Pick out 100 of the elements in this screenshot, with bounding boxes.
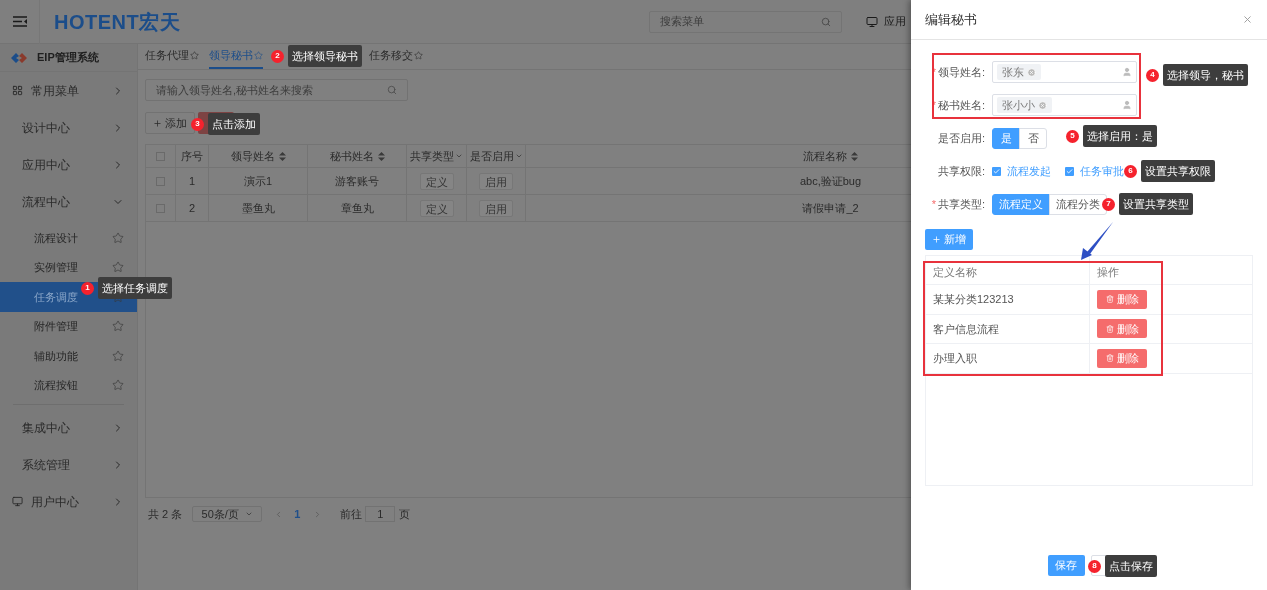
table-cell-text: 墨鱼丸 <box>241 200 275 216</box>
total-count: 共 2 条 <box>148 506 183 522</box>
menu-item[interactable]: 辅助功能 <box>0 341 137 371</box>
chevron-down-icon <box>244 510 253 518</box>
callout-tooltip: 点击添加 <box>208 113 260 135</box>
remove-icon[interactable] <box>1038 100 1047 110</box>
star-icon[interactable] <box>112 320 124 333</box>
menu-group[interactable]: 流程中心 <box>0 183 137 220</box>
star-icon[interactable] <box>112 349 124 362</box>
close-icon[interactable] <box>1242 14 1253 25</box>
delete-button[interactable]: 删除 <box>1097 319 1147 339</box>
menu-group[interactable]: 设计中心 <box>0 109 137 146</box>
tab[interactable]: 任务移交 <box>369 44 423 69</box>
column-header: 序号 <box>181 148 203 164</box>
tag: 定义 <box>419 172 454 190</box>
monitor-icon <box>12 496 23 507</box>
toggle-option[interactable]: 是 <box>992 127 1020 149</box>
trash-icon <box>1105 354 1114 363</box>
chevron-down-icon[interactable] <box>514 152 523 160</box>
callout-tooltip: 选择领导，秘书 <box>1163 64 1248 86</box>
table-cell-text: 2 <box>188 200 196 216</box>
tab[interactable]: 领导秘书 <box>209 44 263 69</box>
table-cell-text: 1 <box>188 173 196 189</box>
menu-group[interactable]: 集成中心 <box>0 409 137 446</box>
field-label: 共享权限: <box>937 163 985 179</box>
goto-label: 前往 <box>340 506 363 522</box>
field-label: 领导姓名: <box>937 64 985 80</box>
app-link[interactable]: 应用 <box>884 13 906 30</box>
column-header: 定义名称 <box>933 264 977 280</box>
user-select-field[interactable]: 张小小 <box>992 94 1137 116</box>
table-cell-text: 某某分类123213 <box>933 292 1014 307</box>
table-cell-text: 办理入职 <box>933 351 977 366</box>
toggle-option[interactable]: 流程分类 <box>1049 193 1107 215</box>
callout-tooltip: 选择领导秘书 <box>288 45 362 67</box>
sort-icon[interactable] <box>851 151 858 161</box>
sort-icon[interactable] <box>377 151 385 161</box>
column-header: 是否启用 <box>469 148 514 164</box>
page-size-select[interactable]: 50条/页 <box>192 506 263 522</box>
field-label: 秘书姓名: <box>937 97 985 113</box>
menu-icon[interactable] <box>12 16 27 27</box>
user-icon[interactable] <box>1122 100 1132 110</box>
remove-icon[interactable] <box>1027 67 1036 77</box>
menu-group[interactable]: 系统管理 <box>0 446 137 483</box>
page-suffix: 页 <box>399 506 411 522</box>
drawer-title: 编辑秘书 <box>925 10 978 29</box>
table-cell-text: abc,验证bug <box>799 173 862 189</box>
user-icon[interactable] <box>1122 67 1132 77</box>
callout-tooltip: 点击保存 <box>1105 555 1157 577</box>
logo: HOTENT宏天 <box>54 9 181 35</box>
delete-button[interactable]: 删除 <box>1097 289 1147 309</box>
checkbox-option[interactable]: 任务审批 <box>1065 162 1124 180</box>
column-header: 操作 <box>1097 264 1119 280</box>
monitor-icon[interactable] <box>866 15 878 28</box>
menu-group[interactable]: 用户中心 <box>0 483 137 520</box>
checkbox[interactable] <box>1065 166 1074 176</box>
checkbox[interactable] <box>992 166 1001 176</box>
field-label: 共享类型: <box>937 196 985 212</box>
star-icon <box>254 50 263 60</box>
menu-group[interactable]: 应用中心 <box>0 146 137 183</box>
menu-item[interactable]: 附件管理 <box>0 311 137 341</box>
star-icon[interactable] <box>112 231 124 244</box>
star-icon <box>414 50 423 60</box>
checkbox-option[interactable]: 流程发起 <box>992 162 1051 180</box>
star-icon[interactable] <box>112 379 124 392</box>
required-mark: * <box>931 196 936 212</box>
star-icon <box>190 50 199 60</box>
logo-icon <box>11 51 27 64</box>
search-icon[interactable] <box>821 16 831 27</box>
toggle-option[interactable]: 流程定义 <box>992 193 1050 215</box>
sort-icon[interactable] <box>278 151 286 161</box>
menu-item[interactable]: 流程按钮 <box>0 370 137 400</box>
callout-tooltip: 设置共享权限 <box>1141 160 1215 182</box>
callout-tooltip: 选择任务调度 <box>98 277 172 299</box>
page-input[interactable]: 1 <box>365 506 396 522</box>
tag: 启用 <box>479 199 513 217</box>
table-cell-text: 游客账号 <box>335 173 379 189</box>
table-cell-text: 章鱼丸 <box>340 200 374 216</box>
star-icon[interactable] <box>112 261 124 274</box>
user-select-field[interactable]: 张东 <box>992 61 1137 83</box>
menu-item[interactable]: 流程设计 <box>0 223 137 253</box>
delete-button[interactable]: 删除 <box>1097 348 1147 368</box>
table-cell-text: 演示1 <box>243 173 273 189</box>
menu-search-field[interactable]: 搜索菜单 <box>649 10 842 33</box>
table-cell-text: 请假申请_2 <box>802 200 859 216</box>
table-cell-text: 客户信息流程 <box>933 321 999 337</box>
tab[interactable]: 任务代理 <box>145 44 199 69</box>
menu-group[interactable]: 常用菜单 <box>0 72 137 109</box>
trash-icon <box>1105 295 1114 304</box>
toggle-option[interactable]: 否 <box>1019 127 1047 149</box>
selected-tag: 张东 <box>997 64 1041 80</box>
selected-tag: 张小小 <box>997 97 1052 113</box>
column-header: 秘书姓名 <box>329 148 374 164</box>
add-button[interactable]: 新增 <box>925 229 973 250</box>
chevron-down-icon[interactable] <box>455 152 463 160</box>
column-header: 共享类型 <box>410 148 454 164</box>
column-header: 领导姓名 <box>230 148 275 164</box>
column-header: 流程名称 <box>803 148 847 164</box>
page-number[interactable]: 1 <box>294 505 301 523</box>
save-button[interactable]: 保存 <box>1047 555 1085 576</box>
search-icon[interactable] <box>387 85 397 95</box>
